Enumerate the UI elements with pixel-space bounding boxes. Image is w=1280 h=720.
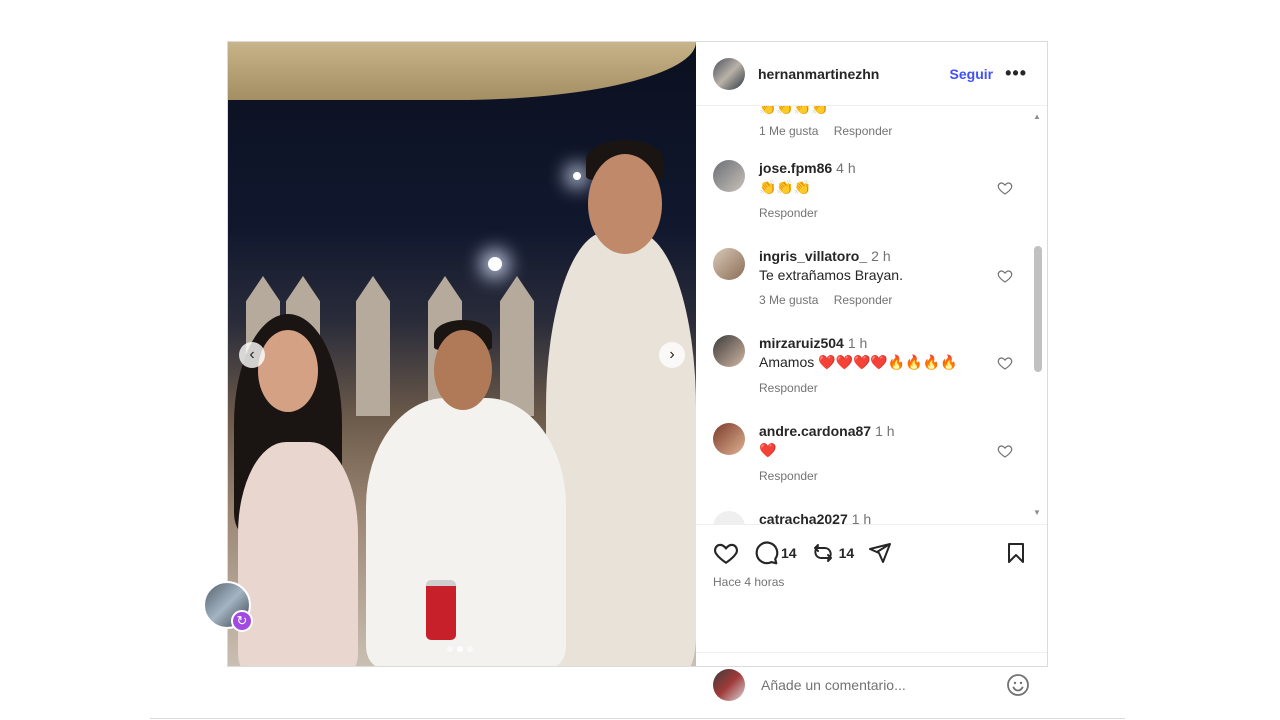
comment-item: andre.cardona87 1 h ❤️ Responder	[713, 423, 1013, 483]
share-paper-plane-icon[interactable]	[868, 540, 894, 566]
repost-icon[interactable]	[811, 540, 837, 566]
comment-time: 1 h	[875, 423, 895, 439]
scrollbar-thumb[interactable]	[1034, 246, 1042, 372]
like-comment-heart-icon[interactable]	[997, 268, 1013, 284]
soda-can	[426, 580, 456, 640]
comment-likes[interactable]: 1 Me gusta	[759, 124, 818, 138]
comment-item: jose.fpm86 4 h 👏👏👏 Responder	[713, 160, 1013, 220]
person-left	[238, 442, 358, 666]
comment-count: 14	[781, 545, 797, 561]
comment-item: ingris_villatoro_ 2 h Te extrañamos Braya…	[713, 248, 1013, 307]
comments-scrollbar[interactable]: ▲ ▼	[1031, 106, 1043, 524]
more-options-icon[interactable]: •••	[1005, 63, 1027, 84]
comment-text: 👏👏👏	[759, 179, 812, 195]
carousel-dot-active	[457, 646, 463, 652]
chevron-left-icon: ‹	[249, 346, 255, 363]
post-header: hernanmartinezhn Seguir •••	[696, 42, 1047, 106]
comment-time: 1 h	[847, 335, 868, 351]
comments-list[interactable]: 👏👏👏👏 1 Me gusta Responder jose.fpm86 4 h …	[696, 106, 1047, 524]
page-divider	[150, 718, 1125, 719]
carousel-next-button[interactable]: ›	[659, 342, 685, 368]
reply-link[interactable]: Responder	[834, 124, 893, 138]
repost-count: 14	[838, 545, 855, 561]
like-comment-heart-icon[interactable]	[997, 180, 1013, 196]
switch-account-icon[interactable]: ↻	[231, 610, 253, 632]
fence-post	[356, 276, 390, 416]
commenter-avatar[interactable]	[713, 511, 745, 524]
comment-text: Amamos ❤️❤️❤️❤️🔥🔥🔥🔥	[759, 354, 958, 370]
chevron-right-icon: ›	[669, 346, 675, 363]
comment-text: Te extrañamos Brayan.	[759, 267, 903, 283]
comment-time: 1 h	[851, 511, 872, 524]
author-avatar[interactable]	[713, 57, 745, 90]
person-face	[588, 154, 662, 254]
avatar-placeholder	[713, 106, 745, 138]
comment-item: 👏👏👏👏 1 Me gusta Responder	[713, 106, 1013, 138]
comment-time: 2 h	[871, 248, 891, 264]
comment-username[interactable]: jose.fpm86	[759, 160, 832, 176]
person-face	[258, 330, 318, 412]
stage-light	[488, 257, 502, 271]
like-comment-heart-icon[interactable]	[997, 443, 1013, 459]
carousel-dots	[447, 646, 473, 652]
post-card: ‹ › hernanmartinezhn Seguir ••• 👏👏👏👏 1 M…	[227, 41, 1048, 701]
reply-link[interactable]: Responder	[834, 293, 893, 307]
comment-time: 4 h	[836, 160, 856, 176]
comment-username[interactable]: catracha2027	[759, 511, 848, 524]
carousel-dot	[447, 646, 453, 652]
comment-input[interactable]	[759, 675, 1006, 694]
emoji-smiley-icon[interactable]	[1006, 673, 1030, 697]
author-username[interactable]: hernanmartinezhn	[758, 66, 879, 82]
reply-link[interactable]: Responder	[759, 381, 818, 395]
save-bookmark-icon[interactable]	[1004, 540, 1030, 566]
commenter-avatar[interactable]	[713, 423, 745, 455]
like-heart-icon[interactable]	[713, 540, 739, 566]
person-right	[546, 232, 696, 666]
commenter-avatar[interactable]	[713, 248, 745, 280]
person-middle	[366, 398, 566, 666]
comment-username[interactable]: mirzaruiz504	[759, 335, 844, 351]
comment-username[interactable]: andre.cardona87	[759, 423, 871, 439]
fence-post	[500, 276, 534, 416]
comment-bubble-icon[interactable]	[753, 540, 779, 566]
comment-username[interactable]: ingris_villatoro_	[759, 248, 867, 264]
stage-light-small	[573, 172, 581, 180]
umbrella-canopy	[228, 42, 696, 100]
post-actions: 14 14 Hace 4 horas	[696, 524, 1047, 701]
carousel-prev-button[interactable]: ‹	[239, 342, 265, 368]
comment-likes[interactable]: 3 Me gusta	[759, 293, 818, 307]
current-user-avatar	[713, 668, 745, 701]
scroll-up-arrow-icon[interactable]: ▲	[1033, 112, 1041, 121]
follow-button[interactable]: Seguir	[950, 66, 994, 82]
carousel-dot	[467, 646, 473, 652]
post-side-panel: hernanmartinezhn Seguir ••• 👏👏👏👏 1 Me gu…	[696, 42, 1047, 701]
like-comment-heart-icon[interactable]	[997, 355, 1013, 371]
comment-item: mirzaruiz504 1 h Amamos ❤️❤️❤️❤️🔥🔥🔥🔥 Resp…	[713, 335, 1013, 395]
person-face	[434, 330, 492, 410]
scroll-down-arrow-icon[interactable]: ▼	[1033, 508, 1041, 517]
post-photo[interactable]: ‹ ›	[228, 42, 696, 666]
post-time-ago: Hace 4 horas	[713, 575, 785, 589]
comment-text: 👏👏👏👏	[759, 106, 829, 115]
comment-item: catracha2027 1 h	[713, 511, 1013, 524]
reply-link[interactable]: Responder	[759, 469, 818, 483]
reply-link[interactable]: Responder	[759, 206, 818, 220]
comment-text: ❤️	[759, 442, 777, 458]
commenter-avatar[interactable]	[713, 335, 745, 367]
add-comment-bar	[696, 652, 1047, 716]
commenter-avatar[interactable]	[713, 160, 745, 192]
